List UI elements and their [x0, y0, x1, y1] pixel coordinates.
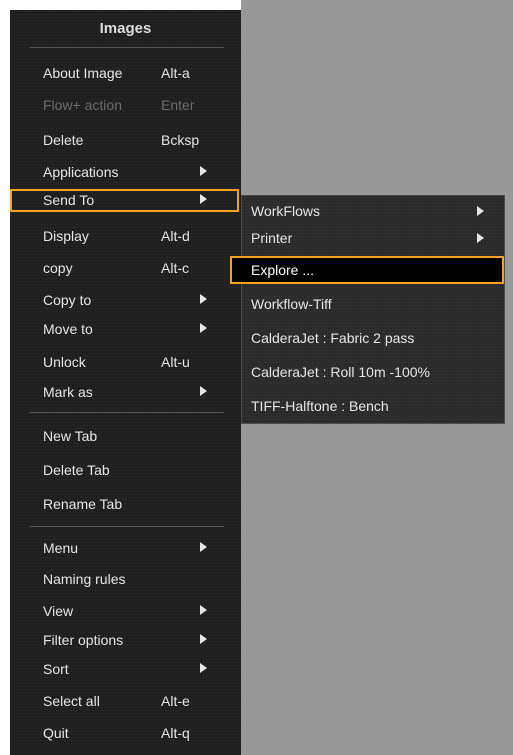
menu-item-label: Quit: [43, 725, 69, 741]
submenu-item-label: WorkFlows: [251, 203, 320, 219]
menu-item-shortcut: Alt-u: [161, 354, 190, 370]
menu-item-display[interactable]: Display Alt-d: [10, 224, 241, 248]
menu-item-shortcut: Alt-a: [161, 65, 190, 81]
submenu-item-printer[interactable]: Printer: [242, 226, 504, 250]
submenu-item-workflow-tiff[interactable]: Workflow-Tiff: [242, 292, 504, 316]
submenu-item-label: TIFF-Halftone : Bench: [251, 398, 389, 414]
submenu-item-label: Workflow-Tiff: [251, 296, 332, 312]
menu-item-label: Move to: [43, 321, 93, 337]
submenu-item-calderajet-roll[interactable]: CalderaJet : Roll 10m -100%: [242, 360, 504, 384]
menu-item-label: Delete: [43, 132, 84, 148]
submenu-arrow-icon: [477, 233, 484, 243]
menu-item-shortcut: Alt-d: [161, 228, 190, 244]
menu-item-copy[interactable]: copy Alt-c: [10, 256, 241, 280]
menu-item-about-image[interactable]: About Image Alt-a: [10, 61, 241, 85]
menu-item-copy-to[interactable]: Copy to: [10, 288, 241, 312]
submenu-item-label: Printer: [251, 230, 293, 246]
menu-item-flow-action: Flow+ action Enter: [10, 93, 241, 117]
menu-item-label: Select all: [43, 693, 100, 709]
menu-item-label: Display: [43, 228, 89, 244]
menu-item-label: New Tab: [43, 428, 98, 444]
submenu-arrow-icon: [200, 605, 207, 615]
submenu-arrow-icon: [200, 323, 207, 333]
menu-item-select-all[interactable]: Select all Alt-e: [10, 689, 241, 713]
submenu-arrow-icon: [200, 294, 207, 304]
menu-separator: [30, 412, 224, 413]
menu-item-view[interactable]: View: [10, 599, 241, 623]
menu-item-applications[interactable]: Applications: [10, 160, 241, 184]
menu-item-move-to[interactable]: Move to: [10, 317, 241, 341]
menu-item-label: Menu: [43, 540, 79, 556]
menu-item-delete[interactable]: Delete Bcksp: [10, 128, 241, 152]
menu-item-shortcut: Alt-e: [161, 693, 190, 709]
send-to-submenu: WorkFlows Printer Explore ... Workflow-T…: [231, 195, 505, 424]
submenu-item-tiff-halftone[interactable]: TIFF-Halftone : Bench: [242, 394, 504, 418]
submenu-arrow-icon: [200, 166, 207, 176]
menu-item-shortcut: Alt-q: [161, 725, 190, 741]
menu-item-menu[interactable]: Menu: [10, 536, 241, 560]
submenu-arrow-icon: [200, 634, 207, 644]
menu-item-label: Copy to: [43, 292, 92, 308]
menu-item-label: Filter options: [43, 632, 124, 648]
submenu-arrow-icon: [200, 542, 207, 552]
submenu-arrow-icon: [200, 663, 207, 673]
images-context-menu: Images About Image Alt-a Flow+ action En…: [10, 10, 241, 755]
menu-item-mark-as[interactable]: Mark as: [10, 380, 241, 404]
menu-item-rename-tab[interactable]: Rename Tab: [10, 492, 241, 516]
menu-separator: [30, 526, 224, 527]
submenu-item-label: CalderaJet : Roll 10m -100%: [251, 364, 430, 380]
menu-item-unlock[interactable]: Unlock Alt-u: [10, 350, 241, 374]
submenu-item-label: CalderaJet : Fabric 2 pass: [251, 330, 415, 346]
submenu-arrow-icon: [200, 386, 207, 396]
menu-item-naming-rules[interactable]: Naming rules: [10, 567, 241, 591]
menu-item-label: copy: [43, 260, 73, 276]
menu-title: Images: [99, 20, 152, 37]
submenu-item-workflows[interactable]: WorkFlows: [242, 199, 504, 223]
menu-item-label: Flow+ action: [43, 97, 122, 113]
submenu-arrow-icon: [477, 206, 484, 216]
menu-item-shortcut: Enter: [161, 97, 195, 113]
menu-item-shortcut: Alt-c: [161, 260, 189, 276]
menu-item-delete-tab[interactable]: Delete Tab: [10, 458, 241, 482]
menu-item-label: View: [43, 603, 74, 619]
menu-item-sort[interactable]: Sort: [10, 657, 241, 681]
menu-item-new-tab[interactable]: New Tab: [10, 424, 241, 448]
submenu-item-calderajet-fabric[interactable]: CalderaJet : Fabric 2 pass: [242, 326, 504, 350]
menu-item-label: Rename Tab: [43, 496, 123, 512]
menu-item-label: Unlock: [43, 354, 86, 370]
menu-item-label: Mark as: [43, 384, 93, 400]
menu-item-label: Naming rules: [43, 571, 126, 587]
menu-item-quit[interactable]: Quit Alt-q: [10, 721, 241, 745]
menu-item-label: Sort: [43, 661, 69, 677]
menu-item-shortcut: Bcksp: [161, 132, 200, 148]
send-to-highlight-frame: [10, 189, 239, 212]
menu-item-label: About Image: [43, 65, 123, 81]
explore-highlight-frame: [230, 256, 504, 284]
menu-item-label: Applications: [43, 164, 119, 180]
menu-item-filter-options[interactable]: Filter options: [10, 628, 241, 652]
menu-item-label: Delete Tab: [43, 462, 110, 478]
menu-separator: [30, 47, 224, 48]
